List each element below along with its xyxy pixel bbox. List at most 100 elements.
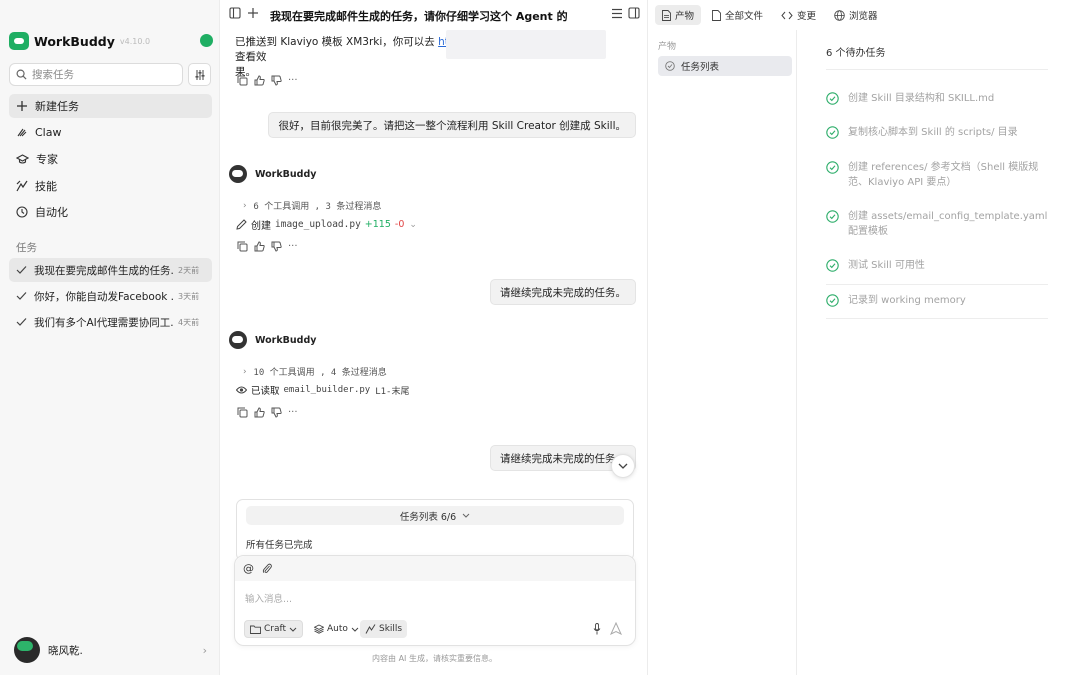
user-profile[interactable]: 晓风乾. › (14, 637, 214, 663)
tab-artifacts[interactable]: 产物 (655, 5, 702, 25)
task-time: 2天前 (178, 265, 200, 275)
task-item[interactable]: 我们有多个AI代理需要协同工... 4天前 (9, 310, 212, 334)
send-icon[interactable] (610, 622, 622, 635)
plus-icon (17, 101, 27, 111)
scroll-to-bottom-button[interactable] (611, 454, 635, 478)
task-item[interactable]: 你好，你能自动发Facebook ... 3天前 (9, 284, 212, 308)
todo-header: 6 个待办任务 (826, 48, 886, 59)
sidebar-item-skills[interactable]: 技能 (9, 174, 212, 198)
user-name: 晓风乾. (48, 644, 83, 657)
thumbs-up-icon[interactable] (254, 407, 265, 418)
sliders-icon (195, 69, 204, 80)
circle-check-icon (665, 61, 675, 71)
more-icon[interactable]: ··· (288, 241, 298, 252)
task-time: 4天前 (178, 317, 200, 327)
assistant-avatar (229, 331, 247, 349)
chevron-down-icon (289, 627, 297, 632)
globe-icon (834, 9, 845, 21)
skill-icon (16, 180, 28, 192)
chevron-down-icon (462, 513, 470, 518)
file-operation[interactable]: 已读取 email_builder.py L1-末尾 (236, 383, 409, 397)
tab-changes[interactable]: 变更 (774, 5, 823, 25)
copy-icon[interactable] (237, 241, 248, 252)
connection-status-icon[interactable] (200, 34, 213, 47)
sidebar-item-claw[interactable]: Claw (9, 120, 212, 144)
sidebar-item-automation[interactable]: 自动化 (9, 200, 212, 224)
panel-tabs: 产物 全部文件 变更 浏览器 (649, 0, 1080, 30)
check-circle-icon (826, 92, 839, 105)
panel-toggle-icon[interactable] (628, 7, 640, 19)
claw-icon (17, 128, 27, 137)
todo-item: 创建 assets/email_config_template.yaml 配置模… (826, 209, 1048, 239)
folder-icon (250, 625, 261, 634)
brand-row: WorkBuddy v4.10.0 (9, 31, 214, 51)
check-circle-icon (826, 294, 839, 307)
artifacts-list: 产物 任务列表 (649, 30, 797, 675)
thumbs-down-icon[interactable] (271, 75, 282, 86)
tool-calls-summary[interactable]: › 10 个工具调用 , 4 条过程消息 (242, 365, 387, 379)
task-list-status: 所有任务已完成 (246, 540, 313, 551)
message-input[interactable]: 输入消息... (245, 591, 292, 605)
operation-file: email_builder.py (283, 385, 371, 395)
app-version: v4.10.0 (119, 36, 151, 46)
thumbs-down-icon[interactable] (271, 407, 282, 418)
new-task-button[interactable]: 新建任务 (9, 94, 212, 118)
task-title: 你好，你能自动发Facebook ... (34, 290, 174, 303)
search-input[interactable]: 搜索任务 (9, 63, 183, 86)
clock-icon (16, 206, 28, 218)
new-chat-plus-icon[interactable] (247, 7, 259, 19)
composer-toolbar: @ (235, 556, 635, 581)
tab-browser[interactable]: 浏览器 (827, 5, 885, 25)
nav-label: Claw (35, 125, 62, 139)
copy-icon[interactable] (237, 75, 248, 86)
mode-selector[interactable]: Craft (244, 620, 304, 638)
task-item[interactable]: 我现在要完成邮件生成的任务... 2天前 (9, 258, 212, 282)
thumbs-down-icon[interactable] (271, 241, 282, 252)
user-message: 请继续完成未完成的任务。 (490, 279, 636, 305)
filter-button[interactable] (188, 63, 211, 86)
operation-label: 创建 (251, 221, 271, 232)
thumbs-up-icon[interactable] (254, 241, 265, 252)
model-selector[interactable]: Auto (309, 620, 364, 638)
microphone-icon[interactable] (593, 623, 601, 635)
message-text: 查看效 (235, 51, 267, 63)
menu-icon[interactable] (611, 8, 623, 19)
chat-panel: 我现在要完成邮件生成的任务，请你仔细学习这个 Agent 的 已推送到 Klav… (221, 0, 648, 675)
todo-item: 创建 references/ 参考文档（Shell 模版规范、Klaviyo A… (826, 160, 1048, 190)
artifacts-label: 产物 (658, 42, 677, 52)
assistant-avatar (229, 165, 247, 183)
task-list-toggle[interactable]: 任务列表 6/6 (246, 506, 624, 525)
mention-icon[interactable]: @ (243, 562, 254, 575)
todo-text: 创建 assets/email_config_template.yaml 配置模… (848, 211, 1048, 237)
check-circle-icon (826, 210, 839, 223)
copy-icon[interactable] (237, 407, 248, 418)
more-icon[interactable]: ··· (288, 407, 298, 418)
assistant-header: WorkBuddy (229, 165, 316, 183)
paperclip-icon[interactable] (262, 563, 272, 574)
task-list-title: 任务列表 6/6 (399, 511, 457, 523)
sidebar-item-experts[interactable]: 专家 (9, 147, 212, 171)
tab-all-files[interactable]: 全部文件 (705, 5, 770, 25)
thumbs-up-icon[interactable] (254, 75, 265, 86)
more-icon[interactable]: ··· (288, 75, 298, 86)
eye-icon (236, 386, 247, 394)
tasks-section-label: 任务 (16, 242, 37, 254)
sidebar-toggle-icon[interactable] (229, 7, 241, 19)
tab-label: 变更 (797, 11, 817, 22)
assistant-header: WorkBuddy (229, 331, 316, 349)
task-list-panel: 任务列表 6/6 所有任务已完成 (236, 499, 634, 561)
nav-label: 自动化 (35, 206, 68, 219)
skills-button[interactable]: Skills (360, 620, 408, 638)
code-icon (781, 11, 793, 19)
ai-disclaimer: 内容由 AI 生成，请核实重要信息。 (372, 654, 497, 663)
file-operation[interactable]: 创建 image_upload.py +115 -0 ⌄ (236, 217, 417, 232)
model-label: Auto (327, 624, 348, 634)
check-circle-icon (826, 126, 839, 139)
artifact-task-list[interactable]: 任务列表 (658, 56, 792, 76)
tool-calls-summary[interactable]: › 6 个工具调用 , 3 条过程消息 (242, 199, 381, 213)
message-actions: ··· (237, 75, 298, 86)
skill-icon (365, 624, 376, 634)
operation-range: L1-末尾 (375, 386, 410, 397)
chat-title: 我现在要完成邮件生成的任务，请你仔细学习这个 Agent 的 (270, 10, 568, 23)
todo-text: 复制核心脚本到 Skill 的 scripts/ 目录 (848, 127, 1018, 138)
